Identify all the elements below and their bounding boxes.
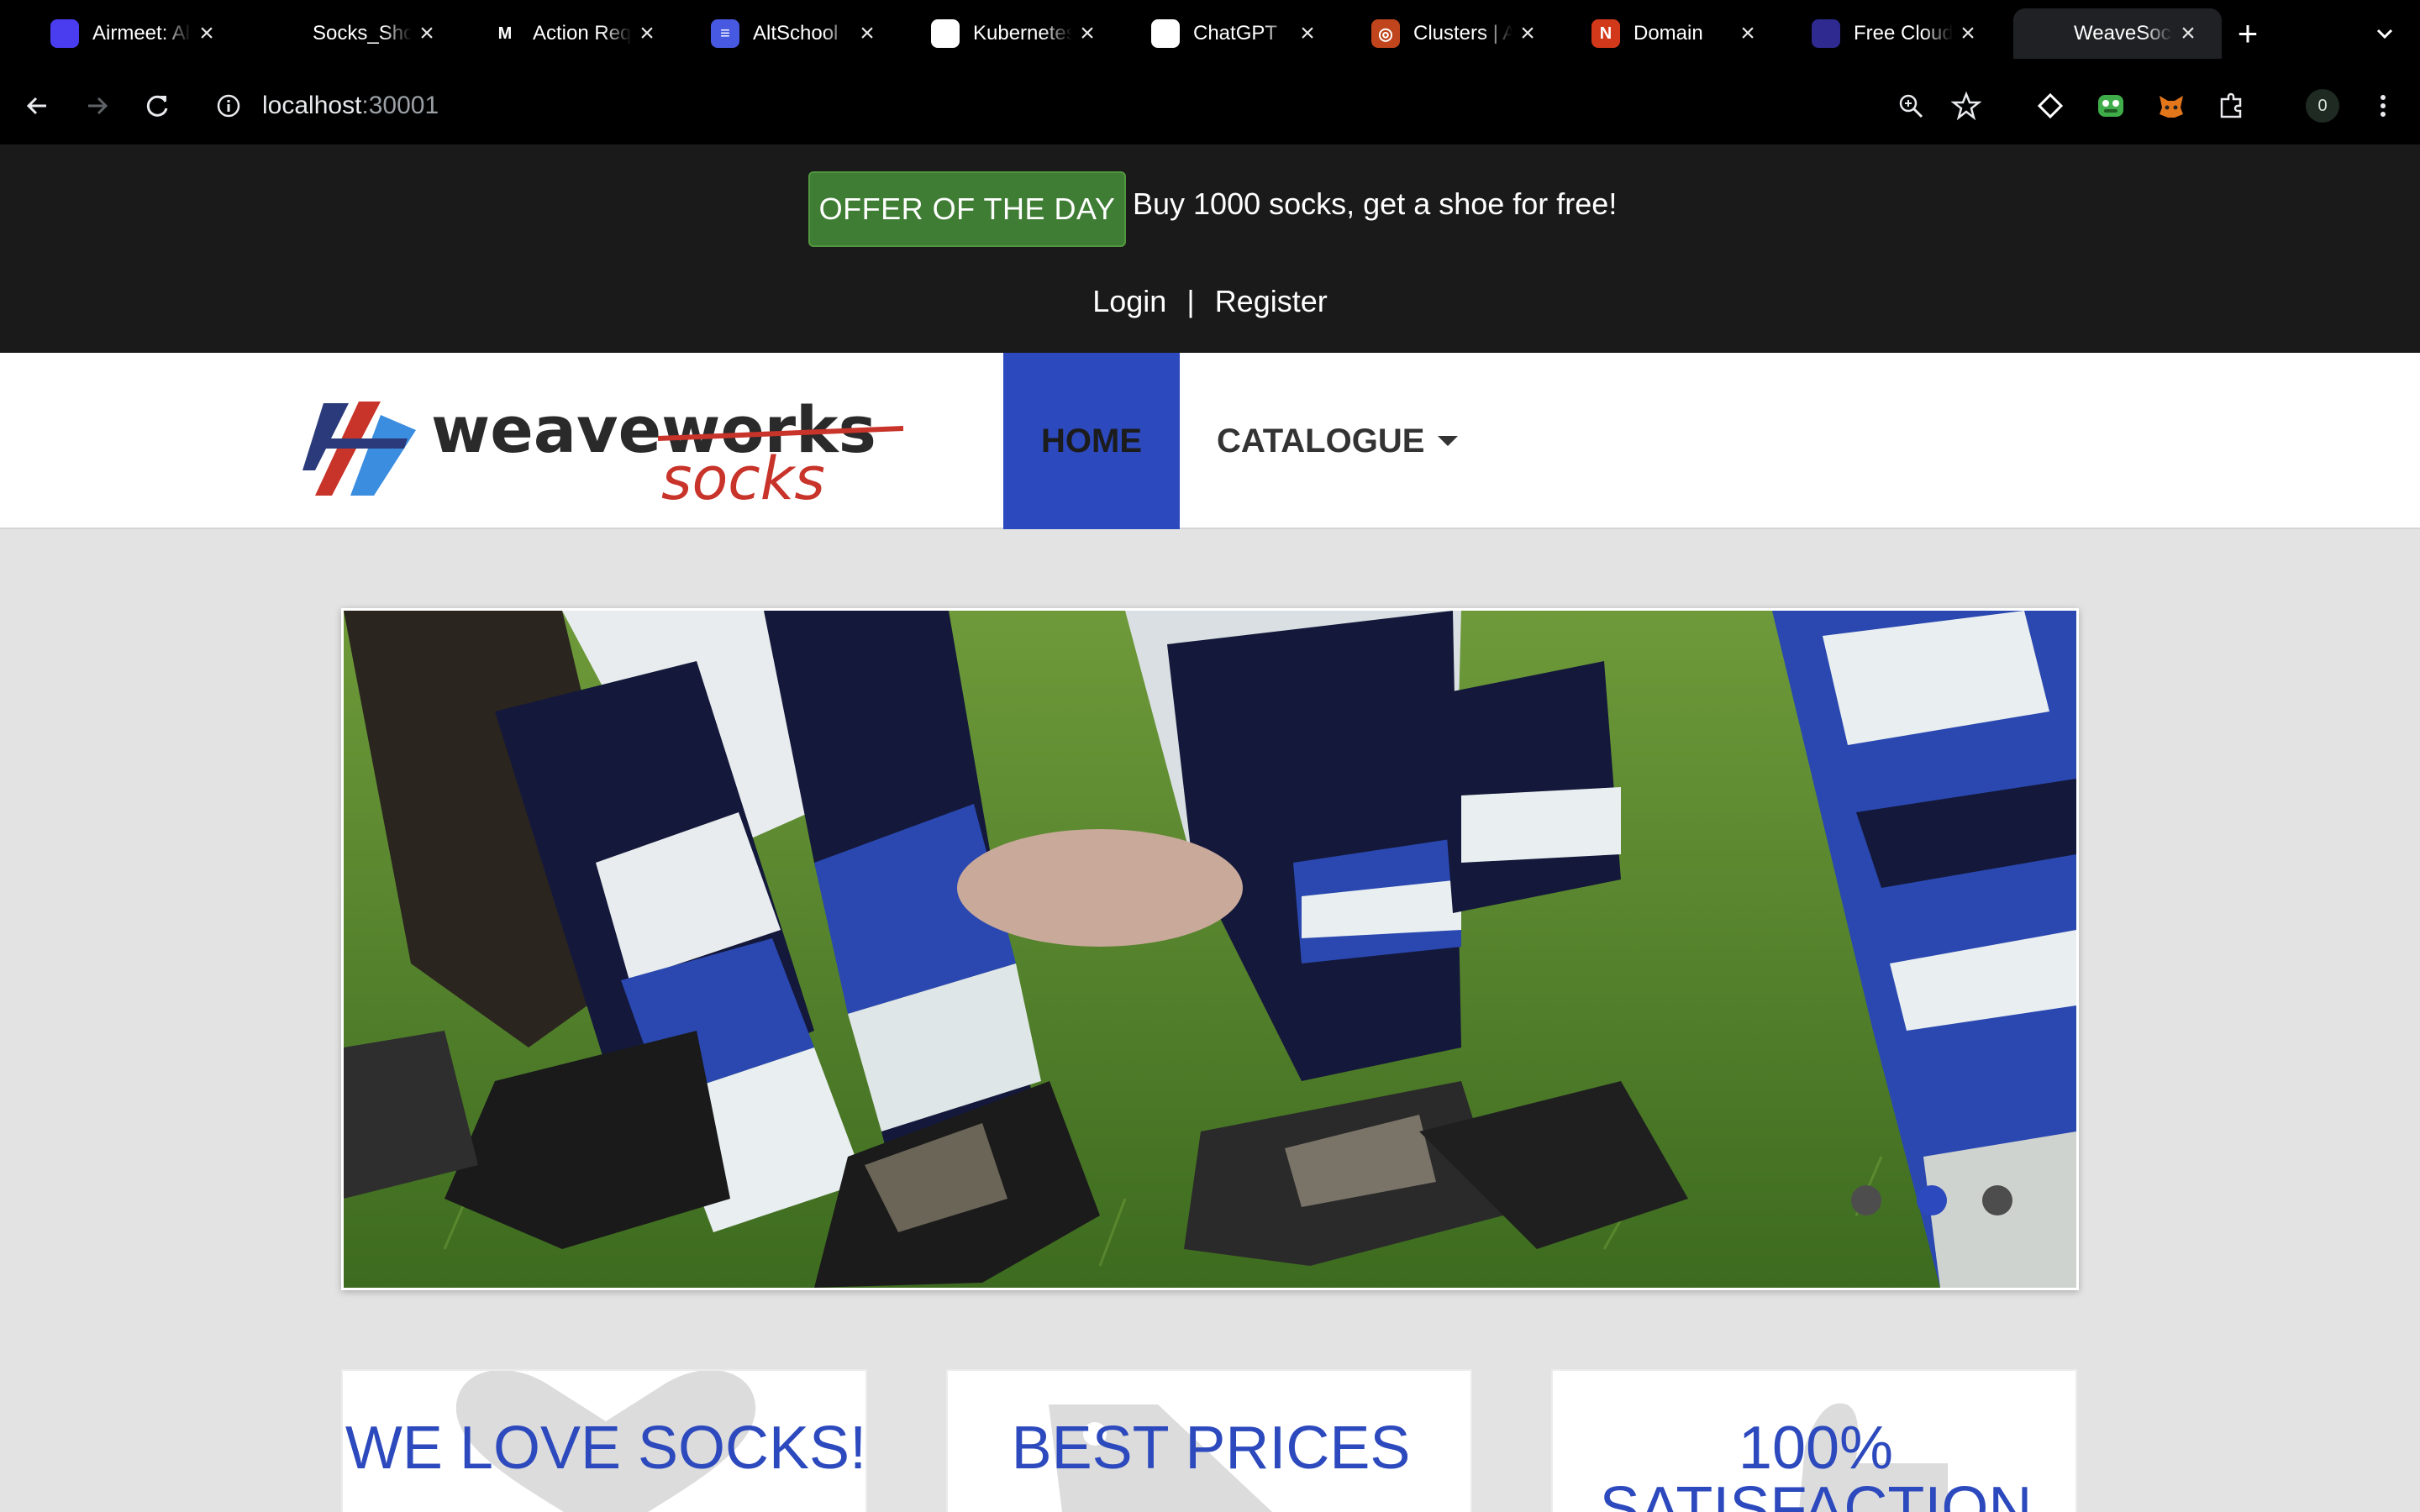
browser-tab[interactable]: Airmeet: All-in-One Event Platform× — [32, 8, 240, 59]
nav-home[interactable]: HOME — [1003, 353, 1180, 529]
close-tab-icon[interactable]: × — [1292, 18, 1323, 49]
url-port: :30001 — [361, 92, 439, 119]
extension-fox-button[interactable] — [2151, 86, 2191, 126]
offer-text: Buy 1000 socks, get a shoe for free! — [1133, 186, 1618, 221]
browser-menu-button[interactable] — [2363, 86, 2403, 126]
logo-text-socks: socks — [661, 444, 825, 504]
browser-tab[interactable]: WeaveSocks× — [2013, 8, 2222, 59]
browser-tab[interactable]: Free Cloud × — [1793, 8, 2002, 59]
tab-search-button[interactable] — [2368, 17, 2402, 50]
browser-tab-title: Socks_Shop — [313, 22, 412, 45]
close-tab-icon[interactable]: × — [412, 18, 442, 49]
browser-tab-title: AltSchool — [753, 22, 839, 45]
more-vertical-icon — [2381, 95, 2386, 117]
browser-tab[interactable]: ChatGPT × — [1133, 8, 1341, 59]
browser-tab-title: Action Required — [533, 22, 632, 45]
browser-tab[interactable]: Socks_Shop× — [252, 8, 460, 59]
chevron-down-icon — [2376, 29, 2393, 39]
card-title: WE LOVE SOCKS! — [345, 1415, 867, 1482]
browser-tab[interactable]: M Action Required× — [472, 8, 681, 59]
zoom-icon — [1899, 94, 1923, 118]
browser-tab-title: ChatGPT — [1193, 22, 1278, 45]
arrow-left-icon — [26, 97, 46, 115]
extension-diamond-button[interactable] — [2030, 86, 2070, 126]
weaveworks-socks-logo[interactable]: weaveworks socks — [298, 378, 904, 513]
nav-catalogue[interactable]: CATALOGUE — [1217, 353, 1459, 529]
extension-green-button[interactable] — [2091, 86, 2131, 126]
gmail-icon: M — [491, 19, 519, 48]
auth-separator: | — [1186, 284, 1195, 318]
offer-bar: OFFER OF THE DAY Buy 1000 socks, get a s… — [0, 144, 2420, 353]
feature-card-love-socks: WE LOVE SOCKS! — [341, 1369, 867, 1512]
close-tab-icon[interactable]: × — [2173, 18, 2203, 49]
browser-tab[interactable]: ◎ Clusters | AWS× — [1353, 8, 1561, 59]
offer-of-the-day-badge[interactable]: OFFER OF THE DAY — [808, 171, 1126, 247]
main-navbar: weaveworks socks HOME CATALOGUE — [0, 353, 2420, 529]
site-info-icon[interactable] — [215, 92, 242, 119]
browser-toolbar: localhost:30001 0 — [0, 67, 2420, 144]
hero-carousel[interactable] — [341, 608, 2079, 1290]
extensions-button[interactable] — [2212, 86, 2252, 126]
feature-card-best-prices: BEST PRICES — [946, 1369, 1472, 1512]
new-tab-button[interactable]: + — [2227, 15, 2269, 52]
browser-tab[interactable]: ≡ AltSchool × — [692, 8, 901, 59]
chatgpt-icon — [1151, 19, 1180, 48]
close-tab-icon[interactable]: × — [1733, 18, 1763, 49]
carousel-indicator-dot[interactable] — [1851, 1185, 1881, 1215]
reload-icon — [146, 95, 168, 117]
browser-tab-strip: Airmeet: All-in-One Event Platform×Socks… — [0, 0, 2420, 67]
auth-links: Login | Register — [0, 284, 2420, 319]
zoom-button[interactable] — [1891, 86, 1931, 126]
card-title: BEST PRICES — [1011, 1415, 1411, 1482]
card-title: 100% SATISFACTION — [1599, 1415, 2033, 1512]
github-icon — [271, 19, 299, 48]
close-tab-icon[interactable]: × — [1072, 18, 1102, 49]
browser-tab-title: Airmeet: All-in-One Event Platform — [92, 22, 192, 45]
star-icon — [1951, 91, 1981, 121]
arrow-right-icon — [88, 97, 108, 115]
browser-tab-title: Free Cloud — [1854, 22, 1953, 45]
browser-tab[interactable]: N Domain × — [1573, 8, 1781, 59]
carousel-indicator-dot[interactable] — [1917, 1185, 1947, 1215]
close-tab-icon[interactable]: × — [1953, 18, 1983, 49]
frog-extension-icon — [2098, 95, 2123, 117]
close-tab-icon[interactable]: × — [852, 18, 882, 49]
profile-button[interactable]: 0 — [2302, 86, 2343, 126]
browser-tab-title: Domain — [1634, 22, 1703, 45]
back-button[interactable] — [17, 86, 57, 126]
close-tab-icon[interactable]: × — [192, 18, 222, 49]
profile-badge: 0 — [2306, 89, 2339, 123]
diamond-icon — [2037, 92, 2064, 119]
airmeet-icon — [50, 19, 79, 48]
feature-card-satisfaction: 100% SATISFACTION — [1551, 1369, 2077, 1512]
browser-tab-title: WeaveSocks — [2074, 22, 2173, 45]
close-tab-icon[interactable]: × — [632, 18, 662, 49]
close-tab-icon[interactable]: × — [1512, 18, 1543, 49]
aws-icon: ◎ — [1371, 19, 1400, 48]
rugby-socks-photo — [344, 611, 2076, 1288]
browser-tab-title: Kubernetes — [973, 22, 1072, 45]
address-bar[interactable]: localhost:30001 — [205, 77, 2012, 134]
metamask-fox-icon — [2160, 96, 2183, 118]
caret-down-icon — [1438, 436, 1459, 446]
namecheap-icon: N — [1591, 19, 1620, 48]
cube-icon — [1812, 19, 1840, 48]
login-link[interactable]: Login — [1092, 284, 1166, 318]
browser-tab[interactable]: Kubernetes × — [913, 8, 1121, 59]
reload-button[interactable] — [138, 86, 178, 126]
register-link[interactable]: Register — [1215, 284, 1328, 318]
puzzle-icon — [2220, 92, 2242, 118]
chatgpt-icon — [931, 19, 960, 48]
weave-icon — [2032, 19, 2060, 48]
logo-text-weave: weave — [431, 392, 661, 467]
forward-button[interactable] — [77, 86, 118, 126]
browser-tab-title: Clusters | AWS — [1413, 22, 1512, 45]
docs-icon: ≡ — [711, 19, 739, 48]
nav-catalogue-label: CATALOGUE — [1217, 422, 1425, 459]
carousel-indicator-dot[interactable] — [1982, 1185, 2012, 1215]
url-host: localhost — [262, 92, 362, 119]
weave-logo-mark-icon — [302, 402, 416, 496]
bookmark-button[interactable] — [1946, 86, 1986, 126]
